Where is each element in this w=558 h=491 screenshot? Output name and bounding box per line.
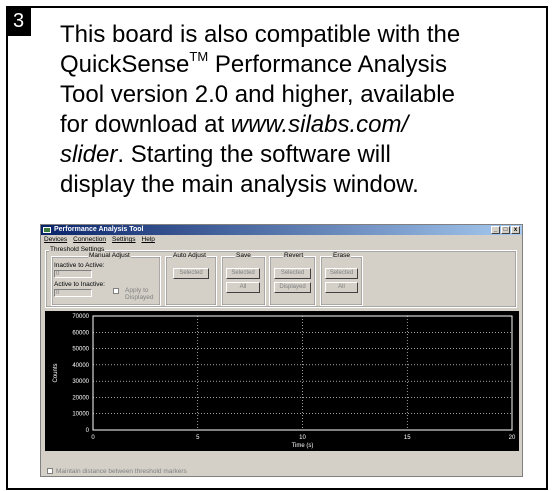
- revert-group: Revert: [269, 252, 316, 306]
- erase-all-button[interactable]: All: [325, 282, 358, 293]
- menu-connection[interactable]: Connection: [73, 235, 106, 244]
- maintain-distance-checkbox[interactable]: [47, 468, 53, 474]
- desc-line-6: display the main analysis window.: [60, 171, 419, 198]
- apply-to-label: Apply to: [125, 287, 149, 294]
- revert-displayed-button[interactable]: Displayed: [274, 282, 311, 293]
- brand-name: QuickSense: [60, 51, 190, 78]
- menu-settings[interactable]: Settings: [112, 235, 136, 244]
- desc-line-5: slider. Starting the software will: [60, 140, 530, 170]
- window-titlebar[interactable]: Performance Analysis Tool _ □ x: [41, 225, 522, 235]
- y-axis-label: Counts: [53, 363, 59, 382]
- menu-bar: Devices Connection Settings Help: [41, 235, 522, 244]
- x-tick-label: 15: [404, 435, 411, 441]
- revert-selected-button[interactable]: Selected: [274, 268, 311, 279]
- maintain-distance-option[interactable]: Maintain distance between threshold mark…: [47, 468, 187, 475]
- menu-help[interactable]: Help: [142, 235, 155, 244]
- desc-line-1: This board is also compatible with the: [60, 21, 461, 48]
- download-url-path[interactable]: slider: [60, 141, 117, 168]
- apply-displayed-label: Displayed: [125, 294, 154, 301]
- minimize-button[interactable]: _: [491, 226, 500, 234]
- erase-title: Erase: [332, 252, 351, 260]
- y-tick-label: 50000: [72, 347, 89, 353]
- window-title: Performance Analysis Tool: [54, 226, 144, 233]
- save-all-button[interactable]: All: [226, 282, 260, 293]
- erase-selected-button[interactable]: Selected: [325, 268, 358, 279]
- desc-line-2-rest: Performance Analysis: [208, 51, 447, 78]
- y-tick-label: 20000: [72, 395, 89, 401]
- chart-svg: 0 10000 20000 30000 40000 50000 60000 70000 0 5 10…: [53, 314, 516, 449]
- maximize-button[interactable]: □: [501, 226, 510, 234]
- y-tick-label: 70000: [72, 314, 89, 320]
- step-description: This board is also compatible with the Q…: [60, 20, 530, 200]
- x-tick-label: 5: [196, 435, 200, 441]
- apply-to-displayed-checkbox[interactable]: [113, 288, 119, 294]
- inactive-to-active-label: Inactive to Active:: [54, 262, 105, 269]
- manual-adjust-title: Manual Adjust: [88, 252, 131, 260]
- desc-line-4: for download at www.silabs.com/: [60, 110, 530, 140]
- active-to-inactive-input[interactable]: 0: [54, 289, 92, 297]
- y-tick-label: 10000: [72, 412, 89, 418]
- desc-line-3: Tool version 2.0 and higher, available: [60, 81, 455, 108]
- desc-line-2: QuickSenseTM Performance Analysis: [60, 50, 530, 80]
- app-icon: [43, 227, 51, 233]
- save-title: Save: [235, 252, 252, 260]
- x-axis-label: Time (s): [292, 443, 314, 449]
- x-tick-label: 0: [91, 435, 95, 441]
- x-tick-label: 10: [299, 435, 306, 441]
- inactive-to-active-input[interactable]: 0: [54, 270, 92, 278]
- trademark: TM: [189, 49, 209, 64]
- desc-line-5-rest: . Starting the software will: [117, 141, 391, 168]
- step-number: 3: [6, 6, 31, 36]
- revert-title: Revert: [283, 252, 305, 260]
- y-tick-label: 40000: [72, 363, 89, 369]
- y-tick-label: 60000: [72, 330, 89, 336]
- active-to-inactive-label: Active to Inactive:: [54, 281, 105, 288]
- close-button[interactable]: x: [511, 226, 520, 234]
- desc-line-4-pre: for download at: [60, 111, 231, 138]
- download-url[interactable]: www.silabs.com/: [231, 111, 408, 138]
- auto-adjust-group: Auto Adjust: [165, 252, 217, 306]
- auto-adjust-selected-button[interactable]: Selected: [173, 268, 209, 279]
- save-group: Save: [221, 252, 266, 306]
- y-tick-label: 0: [86, 428, 90, 434]
- maintain-distance-label: Maintain distance between threshold mark…: [56, 468, 187, 475]
- counts-chart[interactable]: 0 10000 20000 30000 40000 50000 60000 70000 0 5 10…: [45, 311, 519, 451]
- app-window: Performance Analysis Tool _ □ x Devices …: [40, 224, 523, 477]
- x-tick-label: 20: [509, 435, 516, 441]
- auto-adjust-title: Auto Adjust: [172, 252, 207, 260]
- menu-devices[interactable]: Devices: [44, 235, 67, 244]
- y-tick-label: 30000: [72, 379, 89, 385]
- save-selected-button[interactable]: Selected: [226, 268, 260, 279]
- erase-group: Erase: [320, 252, 363, 306]
